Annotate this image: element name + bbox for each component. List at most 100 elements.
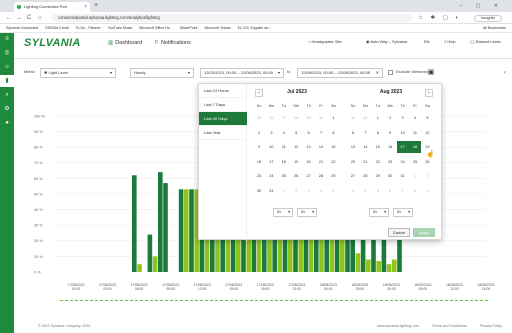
chart-bar[interactable] xyxy=(397,237,402,272)
calendar-day[interactable]: 13 xyxy=(347,141,359,153)
calendar-day[interactable]: 9 xyxy=(421,185,433,197)
calendar-day[interactable]: 30 xyxy=(384,170,396,182)
calendar-day[interactable]: 23 xyxy=(253,170,265,182)
calendar-day[interactable]: 3 xyxy=(265,127,277,139)
calendar-day[interactable]: 6 xyxy=(384,185,396,197)
back-icon[interactable]: ← xyxy=(6,12,12,24)
end-minute-select[interactable]: 00 ▾ xyxy=(393,208,413,217)
calendar-day[interactable]: 29 xyxy=(327,170,339,182)
preset-last-year[interactable]: Last Year xyxy=(199,126,247,140)
calendar-day[interactable]: 4 xyxy=(359,185,371,197)
forward-icon[interactable]: → xyxy=(16,12,22,24)
bookmark-item[interactable]: SharePoint xyxy=(180,24,198,32)
calendar-day[interactable]: 28 xyxy=(290,112,302,124)
calendar-day[interactable]: 11 xyxy=(278,141,290,153)
calendar-day[interactable]: 20 xyxy=(347,156,359,168)
preset-last-30-days[interactable]: Last 30 Days xyxy=(199,112,247,126)
calendar-day[interactable]: 25 xyxy=(253,112,265,124)
calendar-day[interactable]: 28 xyxy=(359,170,371,182)
calendar-day[interactable]: 6 xyxy=(347,127,359,139)
next-month-button[interactable]: › xyxy=(425,89,433,97)
chart-bar[interactable] xyxy=(189,189,194,272)
calendar-day[interactable]: 31 xyxy=(397,170,409,182)
calendar-day[interactable]: 11 xyxy=(409,127,421,139)
calendar-day[interactable]: 23 xyxy=(384,156,396,168)
calendar-day[interactable]: 4 xyxy=(278,127,290,139)
calendar-day[interactable]: 2 xyxy=(253,127,265,139)
analytics-icon[interactable]: ▮ xyxy=(0,75,14,87)
apply-button[interactable]: Apply xyxy=(413,228,435,237)
calendar-day[interactable]: 1 xyxy=(409,170,421,182)
chart-bar[interactable] xyxy=(392,259,397,272)
start-hour-select[interactable]: 00 ▾ xyxy=(273,208,293,217)
calendar-day[interactable]: 19 xyxy=(290,156,302,168)
lightbulb-icon[interactable]: ☼ xyxy=(0,61,14,73)
calendar-day[interactable]: 12 xyxy=(290,141,302,153)
calendar-day[interactable]: 5 xyxy=(290,127,302,139)
calendar-day[interactable]: 30 xyxy=(347,112,359,124)
calendar-day[interactable]: 7 xyxy=(359,127,371,139)
user-menu[interactable]: ◯ Edward Lewis xyxy=(470,39,501,44)
language-selector[interactable]: EN xyxy=(424,39,430,44)
calendar-day[interactable]: 28 xyxy=(315,170,327,182)
calendar-day[interactable]: 21 xyxy=(359,156,371,168)
chart-bar[interactable] xyxy=(355,253,361,272)
chart-bar[interactable] xyxy=(147,234,153,272)
bookmark-item[interactable]: Microsoft Teams xyxy=(204,24,230,32)
cancel-button[interactable]: Cancel xyxy=(388,228,410,237)
bookmark-item[interactable]: To Do - Planner xyxy=(76,24,101,32)
calendar-day[interactable]: 18 xyxy=(409,141,421,153)
chart-bar[interactable] xyxy=(137,264,142,272)
calendar-day[interactable]: 30 xyxy=(253,185,265,197)
calendar-day[interactable]: 25 xyxy=(409,156,421,168)
exclude-weekend-checkbox[interactable] xyxy=(388,70,393,75)
browser-toolbar-icons[interactable]: ☆ ✱ ▢ ◐ xyxy=(418,12,462,24)
preset-last-24-hours[interactable]: Last 24 Hours xyxy=(199,84,247,98)
new-tab-button[interactable]: + xyxy=(94,1,98,11)
calendar-day[interactable]: 31 xyxy=(359,112,371,124)
calendar-day[interactable]: 12 xyxy=(421,127,433,139)
calendar-day[interactable]: 1 xyxy=(372,112,384,124)
calendar-day[interactable]: 20 xyxy=(303,156,315,168)
calendar-day[interactable]: 8 xyxy=(409,185,421,197)
clear-icon[interactable]: ✕ xyxy=(376,69,379,77)
date-to-input[interactable]: 12/09/2023, 00:00 – 12/08/2023, 00:55 ✕ xyxy=(297,68,383,78)
calendar-day[interactable]: 4 xyxy=(409,112,421,124)
calendar-day[interactable]: 24 xyxy=(265,170,277,182)
calendar-day[interactable]: 29 xyxy=(372,170,384,182)
calendar-day[interactable]: 3 xyxy=(397,112,409,124)
calendar-day[interactable]: 27 xyxy=(278,112,290,124)
footer-link[interactable]: www.sylvania-lighting.com xyxy=(377,324,419,328)
calendar-day[interactable]: 5 xyxy=(327,185,339,197)
end-hour-select[interactable]: 00 ▾ xyxy=(369,208,389,217)
calendar-day[interactable]: 8 xyxy=(372,127,384,139)
calendar-day[interactable]: 24 xyxy=(397,156,409,168)
calendar-day[interactable]: 2 xyxy=(384,112,396,124)
calendar-day[interactable]: 13 xyxy=(303,141,315,153)
org-selector[interactable]: ◉ Auto Way – Sylvania xyxy=(366,39,407,44)
calendar-day[interactable]: 7 xyxy=(315,127,327,139)
calendar-day[interactable]: 10 xyxy=(265,141,277,153)
menu-icon[interactable]: ≡ xyxy=(0,33,14,45)
window-controls[interactable]: – ▢ ✕ xyxy=(460,0,504,12)
calendar-day[interactable]: 5 xyxy=(421,112,433,124)
calendar-day[interactable]: 3 xyxy=(347,185,359,197)
calendar-day[interactable]: 2 xyxy=(421,170,433,182)
settings-icon[interactable]: ⚙ xyxy=(0,103,14,115)
footer-link[interactable]: Privacy Policy xyxy=(480,324,502,328)
chart-bar[interactable] xyxy=(178,189,184,272)
calendar-day[interactable]: 4 xyxy=(315,185,327,197)
calendar-day[interactable]: 26 xyxy=(265,112,277,124)
calendar-day[interactable]: 27 xyxy=(347,170,359,182)
chart-bar[interactable] xyxy=(158,172,163,272)
info-icon[interactable]: ● xyxy=(0,117,14,129)
calendar-day[interactable]: 16 xyxy=(384,141,396,153)
calendar-day[interactable]: 14 xyxy=(315,141,327,153)
calendar-day[interactable]: 26 xyxy=(290,170,302,182)
calendar-day[interactable]: 22 xyxy=(372,156,384,168)
profile-button[interactable]: Incognito xyxy=(474,15,502,22)
calendar-day[interactable]: 22 xyxy=(327,156,339,168)
chart-bar[interactable] xyxy=(366,259,371,272)
all-bookmarks-link[interactable]: All Bookmarks xyxy=(483,24,506,32)
calendar-day[interactable]: 16 xyxy=(253,156,265,168)
